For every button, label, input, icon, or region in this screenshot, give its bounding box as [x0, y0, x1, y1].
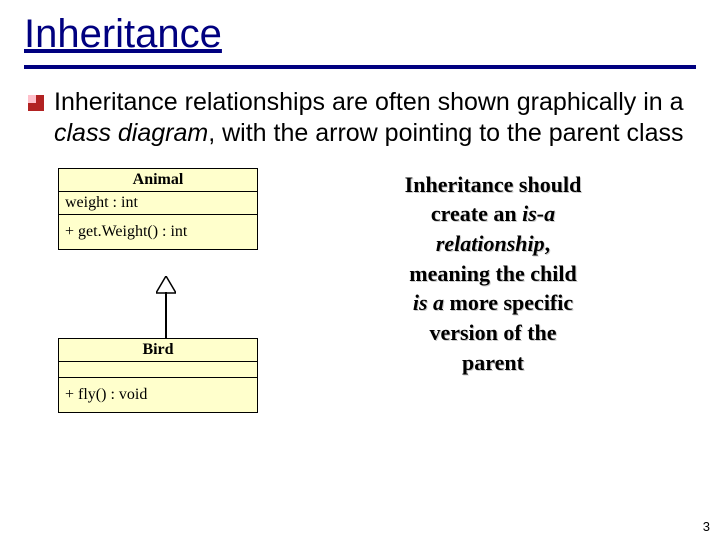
uml-child-operation: + fly() : void — [59, 378, 257, 412]
uml-parent-operation: + get.Weight() : int — [59, 215, 257, 249]
note-line2b-italic: is-a — [522, 201, 555, 226]
note-line3b: , — [545, 231, 551, 256]
note-line4: meaning the child — [409, 261, 576, 286]
bullet-text-suffix: , with the arrow pointing to the parent … — [208, 119, 683, 147]
note-line5a-italic: is a — [413, 290, 444, 315]
page-number: 3 — [703, 519, 710, 534]
uml-class-child: Bird + fly() : void — [58, 338, 258, 413]
bullet-text-prefix: Inheritance relationships are often show… — [54, 88, 684, 116]
bullet-item: Inheritance relationships are often show… — [28, 87, 692, 150]
square-bullet-icon — [28, 95, 44, 111]
uml-parent-attribute: weight : int — [59, 192, 257, 215]
slide-title: Inheritance — [0, 0, 720, 61]
inheritance-arrow — [156, 276, 176, 338]
bullet-text: Inheritance relationships are often show… — [54, 87, 692, 150]
uml-parent-name: Animal — [59, 169, 257, 192]
note-line1: Inheritance should — [405, 172, 582, 197]
note-line7: parent — [462, 350, 524, 375]
note-line2a: create an — [431, 201, 522, 226]
note-line3a-italic: relationship — [436, 231, 545, 256]
uml-class-parent: Animal weight : int + get.Weight() : int — [58, 168, 258, 250]
note-line5b: more specific — [444, 290, 573, 315]
slide-body: Inheritance relationships are often show… — [0, 69, 720, 478]
note-line6: version of the — [429, 320, 556, 345]
bullet-text-italic: class diagram — [54, 119, 208, 147]
annotation-text: Inheritance should create an is-a relati… — [358, 170, 628, 378]
uml-child-attribute-empty — [59, 362, 257, 378]
arrow-line — [165, 292, 167, 338]
class-diagram: Animal weight : int + get.Weight() : int… — [28, 168, 692, 478]
uml-child-name: Bird — [59, 339, 257, 362]
